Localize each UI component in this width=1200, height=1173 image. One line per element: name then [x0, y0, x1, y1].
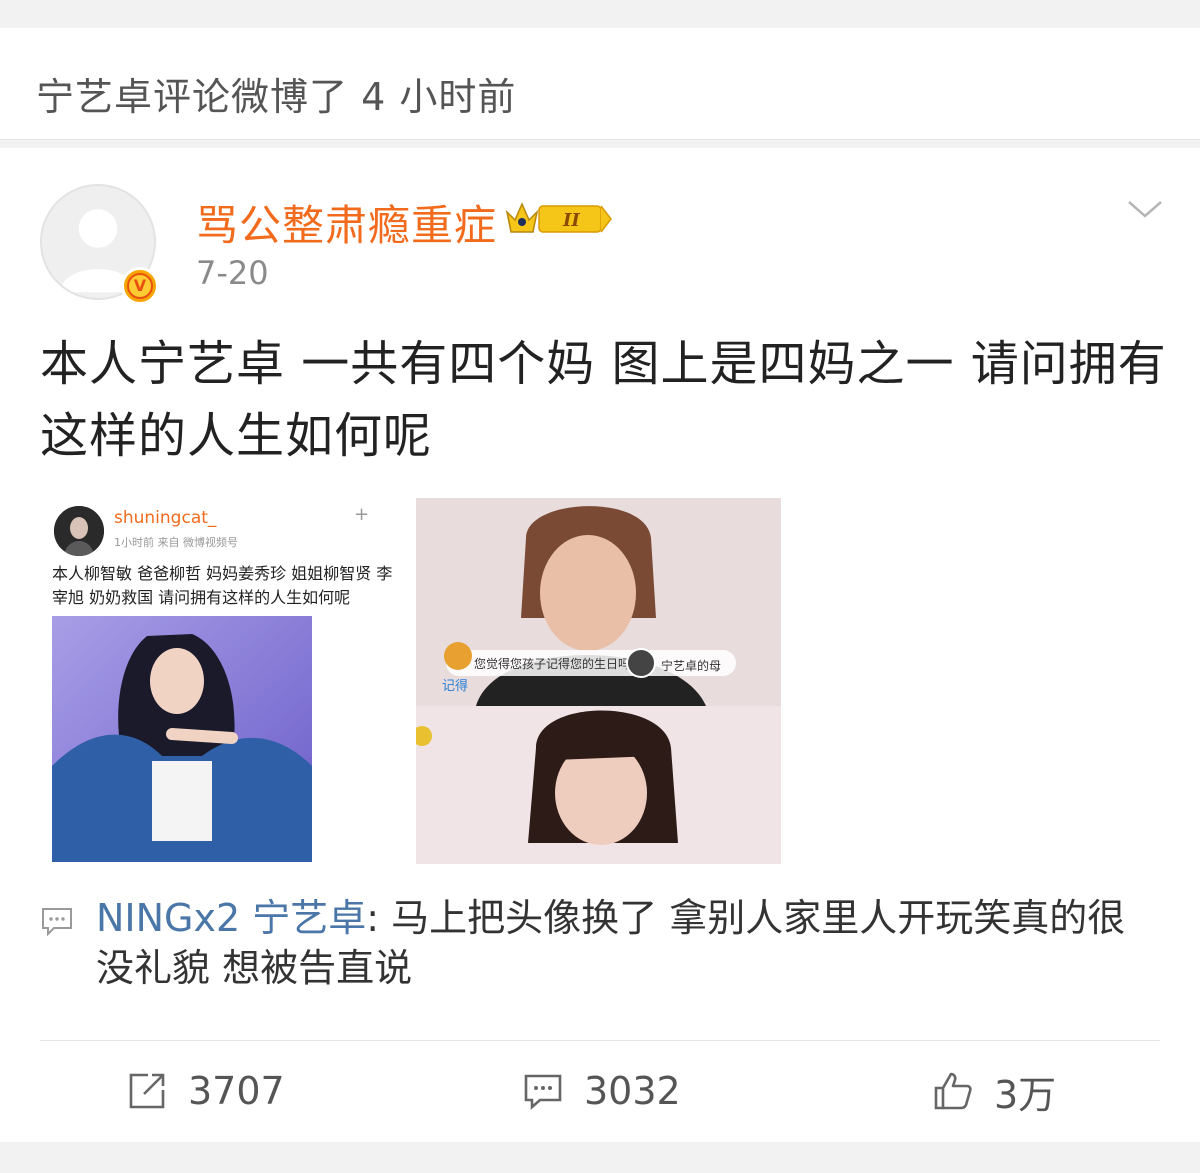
video-tag: 宁艺卓的母: [661, 658, 721, 673]
top-comment[interactable]: NINGx2 宁艺卓: 马上把头像换了 拿别人家里人开玩笑真的很没礼貌 想被告直…: [96, 893, 1160, 993]
embedded-dancer-photo: [52, 616, 312, 862]
video-label: 记得: [442, 678, 468, 694]
embedded-caption: 本人柳智敏 爸爸柳哲 妈妈姜秀珍 姐姐柳智贤 李宰旭 奶奶救国 请问拥有这样的人…: [52, 564, 393, 607]
share-icon: [129, 1073, 165, 1109]
action-divider: [40, 1040, 1160, 1041]
post-image-1[interactable]: shuningcat_ 1小时前 来自 微博视频号 + 本人柳智敏 爸爸柳哲 妈…: [40, 498, 406, 864]
like-count: 3万: [994, 1072, 1057, 1117]
vip-crown-badge-icon[interactable]: II: [505, 196, 613, 240]
thumbs-up-icon: [934, 1072, 972, 1110]
verified-badge-icon: V: [121, 267, 159, 305]
comment-icon: [524, 1074, 562, 1110]
embedded-meta: 1小时前 来自 微博视频号: [114, 536, 238, 549]
post-image-2[interactable]: 您觉得您孩子记得您的生日吗? 宁艺卓的母 记得: [416, 498, 781, 864]
vip-level-text: II: [562, 210, 580, 231]
comment-separator: :: [366, 896, 392, 940]
comment-author[interactable]: NINGx2 宁艺卓: [96, 896, 366, 940]
repost-count: 3707: [188, 1069, 285, 1113]
embedded-avatar: [54, 506, 104, 556]
activity-text: 宁艺卓评论微博了 4 小时前: [36, 75, 517, 119]
embedded-username: shuningcat_: [114, 508, 217, 528]
activity-header: 宁艺卓评论微博了 4 小时前: [0, 28, 1200, 140]
comment-count: 3032: [584, 1069, 681, 1113]
repost-button[interactable]: 3707: [126, 1066, 285, 1116]
comment-bubble-icon: [42, 908, 72, 936]
video-subtitle: 您觉得您孩子记得您的生日吗?: [474, 656, 636, 671]
section-gap: [0, 140, 1200, 148]
comment-button[interactable]: 3032: [522, 1066, 681, 1116]
post-author-name[interactable]: 骂公整肃瘾重症: [196, 192, 497, 253]
embedded-follow-icon: +: [354, 504, 370, 525]
chevron-down-icon[interactable]: [1126, 194, 1164, 224]
like-button[interactable]: 3万: [932, 1066, 1057, 1117]
weibo-post-card[interactable]: V 骂公整肃瘾重症 II 7-20 本人宁艺卓 一共有四个妈 图上是四妈之一 请…: [0, 148, 1200, 1142]
post-time: 7-20: [196, 254, 269, 292]
bottom-strip: [0, 1142, 1200, 1173]
top-strip: [0, 0, 1200, 28]
post-content: 本人宁艺卓 一共有四个妈 图上是四妈之一 请问拥有这样的人生如何呢: [40, 336, 1167, 464]
